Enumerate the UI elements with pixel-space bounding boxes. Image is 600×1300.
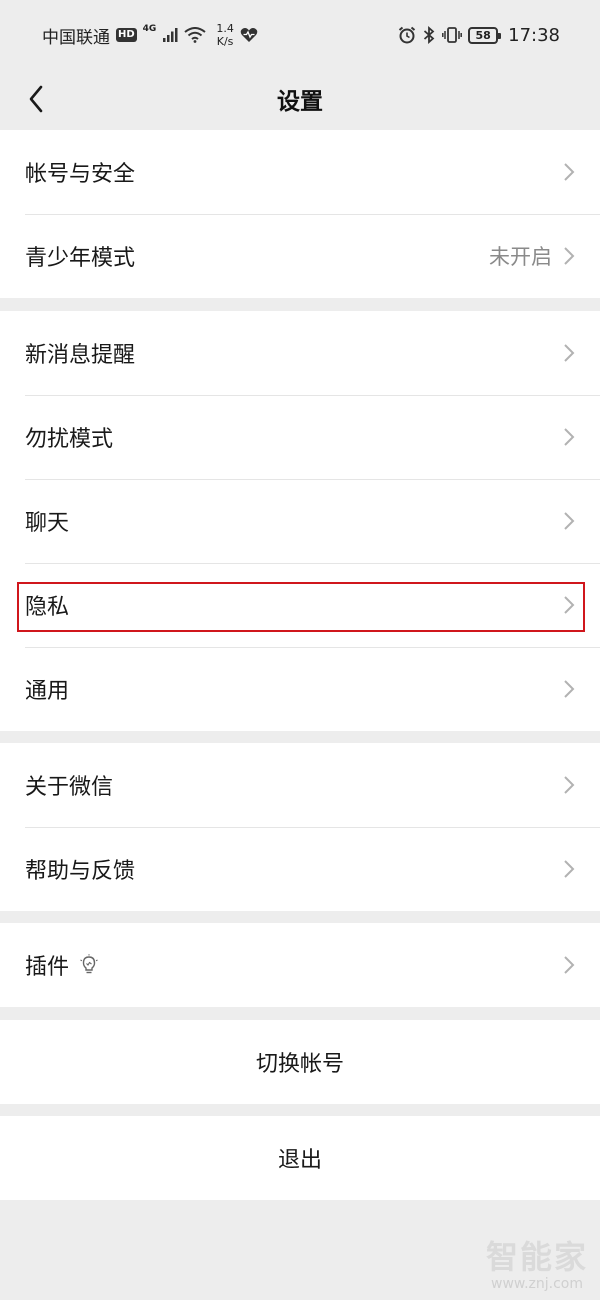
lightbulb-icon <box>80 954 98 974</box>
settings-group-account: 帐号与安全 青少年模式 未开启 <box>0 130 600 298</box>
logout-label: 退出 <box>277 1148 322 1173</box>
status-time: 17:38 <box>508 24 560 46</box>
settings-item-help-feedback[interactable]: 帮助与反馈 <box>0 827 600 911</box>
nav-bar: 设置 <box>0 70 600 128</box>
settings-item-chat[interactable]: 聊天 <box>0 479 600 563</box>
settings-item-label: 新消息提醒 <box>25 343 136 368</box>
settings-item-label: 聊天 <box>25 511 70 536</box>
settings-item-teen-mode[interactable]: 青少年模式 未开启 <box>0 214 600 298</box>
chevron-right-icon <box>564 344 575 362</box>
watermark-url: www.znj.com <box>491 1276 583 1292</box>
chevron-right-icon <box>564 247 575 265</box>
chevron-right-icon <box>564 512 575 530</box>
settings-item-general[interactable]: 通用 <box>0 647 600 731</box>
chevron-right-icon <box>564 956 575 974</box>
battery-indicator: 58 <box>468 26 502 44</box>
settings-group-plugins: 插件 <box>0 923 600 1007</box>
back-arrow-icon <box>29 85 43 113</box>
network-speed: 1.4 K/s <box>216 22 234 48</box>
switch-account-group: 切换帐号 <box>0 1020 600 1104</box>
settings-group-general: 新消息提醒 勿扰模式 聊天 隐私 通用 <box>0 311 600 731</box>
settings-item-label: 关于微信 <box>25 775 114 800</box>
settings-item-about-wechat[interactable]: 关于微信 <box>0 743 600 827</box>
settings-item-privacy[interactable]: 隐私 <box>0 563 600 647</box>
vibrate-icon <box>442 27 463 43</box>
chevron-right-icon <box>564 680 575 698</box>
status-bar: 中国联通 HD 4G 1.4 K/s 58 17:38 <box>0 0 600 70</box>
chevron-right-icon <box>564 596 575 614</box>
logout-group: 退出 <box>0 1116 600 1200</box>
settings-item-do-not-disturb[interactable]: 勿扰模式 <box>0 395 600 479</box>
settings-item-label: 通用 <box>25 679 70 704</box>
status-left: 中国联通 HD 4G 1.4 K/s <box>42 22 258 48</box>
settings-item-label: 帮助与反馈 <box>25 859 136 884</box>
settings-item-notifications[interactable]: 新消息提醒 <box>0 311 600 395</box>
settings-item-label: 勿扰模式 <box>25 427 114 452</box>
settings-item-account-security[interactable]: 帐号与安全 <box>0 130 600 214</box>
page-title: 设置 <box>277 89 323 115</box>
wifi-icon <box>184 27 206 43</box>
chevron-right-icon <box>564 776 575 794</box>
settings-group-about: 关于微信 帮助与反馈 <box>0 743 600 911</box>
logout-button[interactable]: 退出 <box>0 1116 600 1200</box>
teen-mode-status: 未开启 <box>489 245 552 269</box>
alarm-icon <box>398 26 416 44</box>
network-type: 4G <box>142 24 157 34</box>
chevron-right-icon <box>564 860 575 878</box>
hd-badge: HD <box>116 28 137 42</box>
watermark: 智能家 www.znj.com <box>486 1232 588 1292</box>
switch-account-label: 切换帐号 <box>255 1052 344 1077</box>
signal-icon <box>163 28 178 42</box>
settings-item-label: 青少年模式 <box>25 246 136 271</box>
switch-account-button[interactable]: 切换帐号 <box>0 1020 600 1104</box>
watermark-name: 智能家 <box>485 1238 588 1276</box>
back-button[interactable] <box>18 80 54 118</box>
chevron-right-icon <box>564 163 575 181</box>
chevron-right-icon <box>564 428 575 446</box>
settings-item-label: 隐私 <box>25 595 70 620</box>
settings-item-plugins[interactable]: 插件 <box>0 923 600 1007</box>
bluetooth-icon <box>424 26 435 44</box>
speed-unit: K/s <box>216 35 234 48</box>
settings-item-label: 插件 <box>25 955 70 980</box>
heart-monitor-icon <box>240 28 258 42</box>
carrier-name: 中国联通 <box>42 27 110 48</box>
speed-value: 1.4 <box>216 22 234 35</box>
settings-item-label: 帐号与安全 <box>25 162 136 187</box>
status-right: 58 17:38 <box>398 25 560 46</box>
